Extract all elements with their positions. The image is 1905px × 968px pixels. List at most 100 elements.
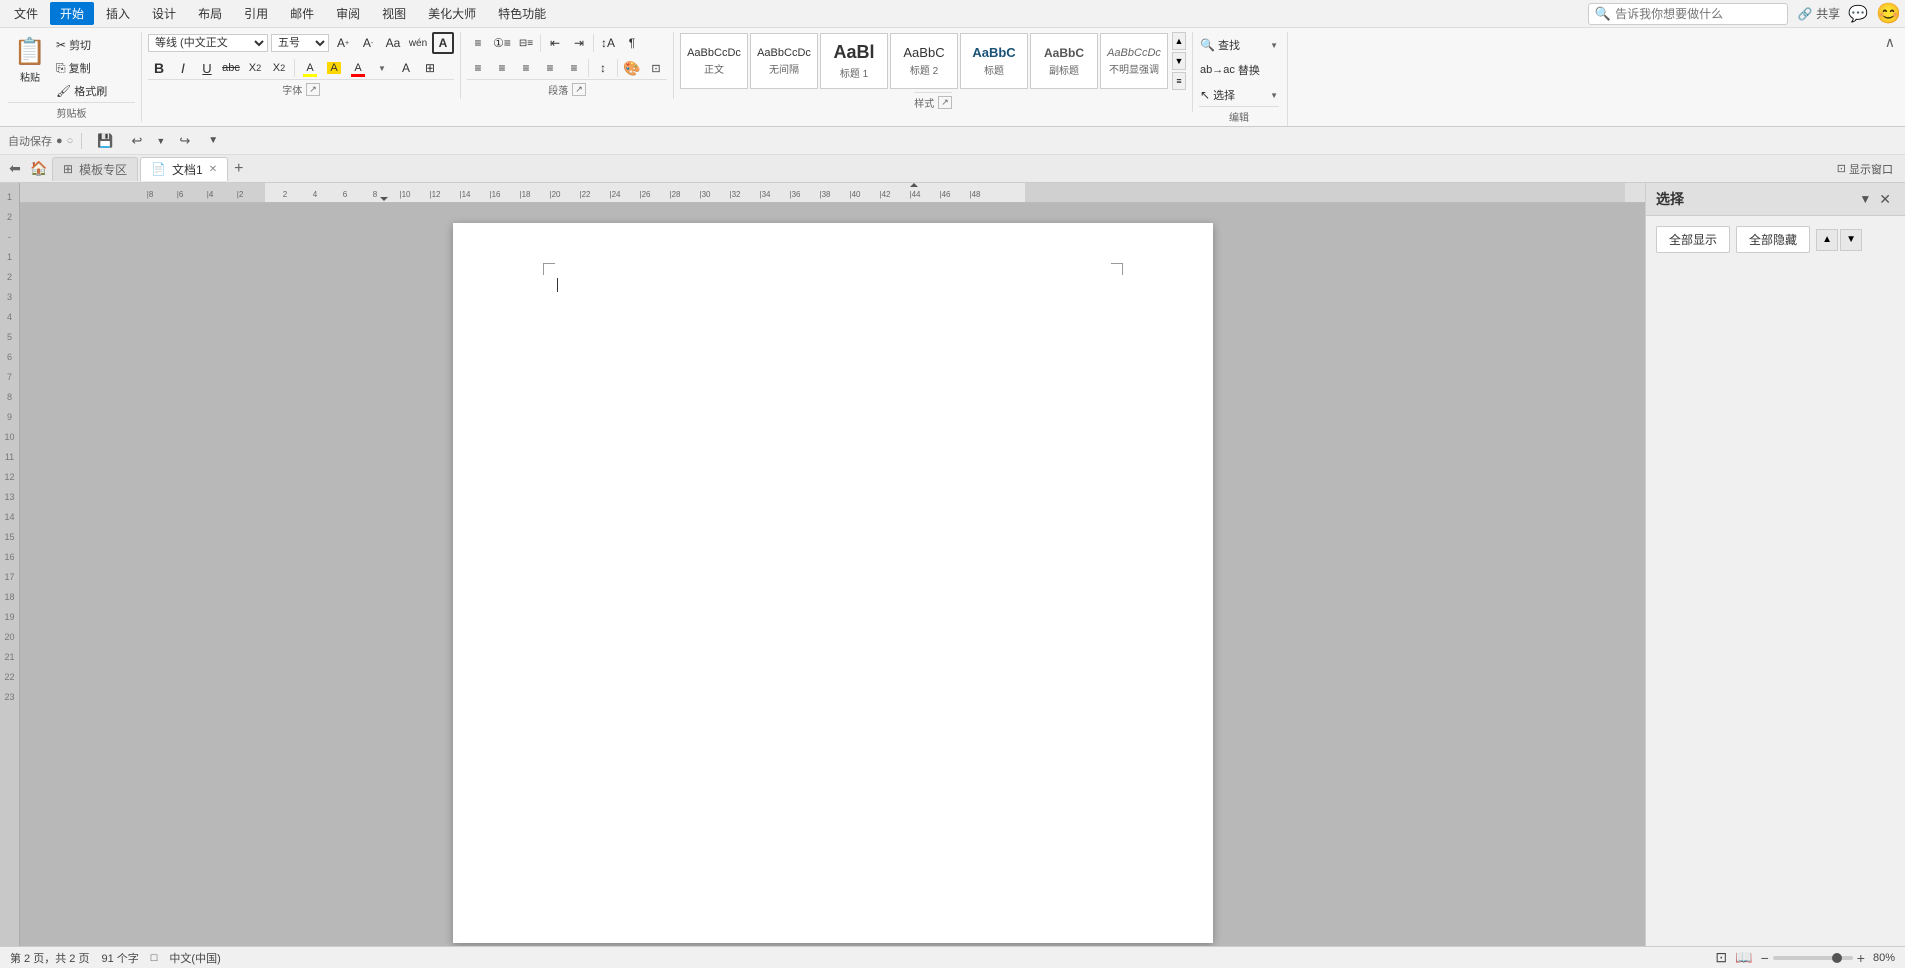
- tab-template-zone[interactable]: ⊞ 模板专区: [52, 157, 138, 181]
- justify-button[interactable]: ≡: [539, 57, 561, 79]
- line-spacing-button[interactable]: ↕: [592, 57, 614, 79]
- tab-doc1[interactable]: 📄 文档1 ✕: [140, 157, 228, 181]
- bold-button[interactable]: B: [148, 57, 170, 79]
- menu-view[interactable]: 视图: [372, 2, 416, 25]
- copy-button[interactable]: ⎘ 复制: [55, 57, 135, 79]
- strikethrough-button[interactable]: abc: [220, 57, 242, 79]
- panel-dropdown-icon[interactable]: ▼: [1859, 192, 1871, 206]
- text-effect-button[interactable]: A: [395, 57, 417, 79]
- text-A-button[interactable]: A: [432, 32, 454, 54]
- panel-close-button[interactable]: ✕: [1875, 191, 1895, 208]
- style-heading1[interactable]: AaBl 标题 1: [820, 33, 888, 89]
- distributed-button[interactable]: ≡: [563, 57, 585, 79]
- tab-close-button[interactable]: ✕: [209, 164, 217, 175]
- find-button[interactable]: 🔍 查找 ▼: [1199, 34, 1279, 56]
- decrease-indent-button[interactable]: ⇤: [544, 32, 566, 54]
- select-button[interactable]: ↖ 选择 ▼: [1199, 84, 1279, 106]
- zoom-thumb[interactable]: [1832, 953, 1842, 963]
- border-button[interactable]: ⊞: [419, 57, 441, 79]
- font-color-button[interactable]: A: [347, 57, 369, 79]
- highlight-color-button[interactable]: A: [299, 57, 321, 79]
- menu-start[interactable]: 开始: [50, 2, 94, 25]
- view-normal-icon[interactable]: ⊡: [1715, 949, 1727, 966]
- format-brush-button[interactable]: 🖌 格式刷: [55, 80, 135, 102]
- zoom-out-button[interactable]: −: [1761, 950, 1769, 966]
- style-emphasis[interactable]: AaBbCcDc 不明显强调: [1100, 33, 1168, 89]
- share-icon[interactable]: 🔗 共享: [1798, 5, 1840, 22]
- numbered-list-button[interactable]: ①≡: [491, 32, 513, 54]
- view-read-icon[interactable]: 📖: [1735, 949, 1752, 966]
- qa-more-button[interactable]: ▼: [201, 132, 225, 149]
- zoom-in-button[interactable]: +: [1857, 950, 1865, 966]
- show-all-button[interactable]: 全部显示: [1656, 226, 1730, 253]
- style-heading2[interactable]: AaBbC 标题 2: [890, 33, 958, 89]
- menu-design[interactable]: 设计: [142, 2, 186, 25]
- styles-dialog-launcher[interactable]: ↗: [938, 96, 952, 109]
- sort-button[interactable]: ↕A: [597, 32, 619, 54]
- new-tab-button[interactable]: +: [230, 160, 247, 178]
- italic-button[interactable]: I: [172, 57, 194, 79]
- autosave-toggle[interactable]: ●: [56, 135, 63, 147]
- font-color-dropdown[interactable]: ▼: [371, 57, 393, 79]
- display-window-button[interactable]: ⊡ 显示窗口: [1829, 159, 1901, 179]
- change-case-button[interactable]: Aa: [382, 32, 404, 54]
- pinyin-button[interactable]: wén: [407, 32, 429, 54]
- nav-back-button[interactable]: ⬅: [4, 158, 26, 180]
- cut-button[interactable]: ✂ 剪切: [55, 34, 135, 56]
- zoom-percent[interactable]: 80%: [1873, 952, 1895, 964]
- font-shrink-button[interactable]: A-: [357, 32, 379, 54]
- style-subheading[interactable]: AaBbC 副标题: [1030, 33, 1098, 89]
- superscript-button[interactable]: X2: [268, 57, 290, 79]
- align-center-button[interactable]: ≡: [491, 57, 513, 79]
- comment-icon[interactable]: 💬: [1848, 4, 1868, 24]
- zoom-track[interactable]: [1773, 956, 1853, 960]
- font-grow-button[interactable]: A+: [332, 32, 354, 54]
- redo-button[interactable]: ↪: [172, 130, 197, 152]
- menu-file[interactable]: 文件: [4, 2, 48, 25]
- menu-insert[interactable]: 插入: [96, 2, 140, 25]
- text-shade-button[interactable]: A: [323, 57, 345, 79]
- layout-icon[interactable]: □: [151, 952, 158, 964]
- save-button[interactable]: 💾: [90, 130, 120, 152]
- menu-beautify[interactable]: 美化大师: [418, 2, 486, 25]
- paragraph-label: 段落 ↗: [467, 79, 667, 99]
- font-dialog-launcher[interactable]: ↗: [306, 83, 320, 96]
- search-input[interactable]: [1615, 7, 1775, 21]
- menu-layout[interactable]: 布局: [188, 2, 232, 25]
- show-marks-button[interactable]: ¶: [621, 32, 643, 54]
- paste-button[interactable]: 📋 粘贴: [8, 32, 52, 88]
- menu-reference[interactable]: 引用: [234, 2, 278, 25]
- style-more[interactable]: ≡: [1172, 72, 1186, 90]
- shading-button[interactable]: 🎨: [621, 57, 643, 79]
- style-scroll-up[interactable]: ▲: [1172, 32, 1186, 50]
- multilevel-list-button[interactable]: ⊟≡: [515, 32, 537, 54]
- style-normal[interactable]: AaBbCcDc 正文: [680, 33, 748, 89]
- bullet-list-button[interactable]: ≡: [467, 32, 489, 54]
- align-right-button[interactable]: ≡: [515, 57, 537, 79]
- document-page[interactable]: [453, 223, 1213, 943]
- hide-all-button[interactable]: 全部隐藏: [1736, 226, 1810, 253]
- font-size-select[interactable]: 五号: [271, 34, 329, 52]
- increase-indent-button[interactable]: ⇥: [568, 32, 590, 54]
- panel-prev-button[interactable]: ▲: [1816, 229, 1838, 251]
- align-left-button[interactable]: ≡: [467, 57, 489, 79]
- menu-special[interactable]: 特色功能: [488, 2, 556, 25]
- ribbon-collapse-button[interactable]: ∧: [1881, 32, 1899, 53]
- border-style-button[interactable]: ⊡: [645, 57, 667, 79]
- underline-button[interactable]: U: [196, 57, 218, 79]
- nav-home-button[interactable]: 🏠: [28, 158, 50, 180]
- style-no-gap[interactable]: AaBbCcDc 无间隔: [750, 33, 818, 89]
- menu-review[interactable]: 审阅: [326, 2, 370, 25]
- document-content[interactable]: [453, 223, 1213, 823]
- undo-button[interactable]: ↩: [125, 130, 150, 152]
- subscript-button[interactable]: X2: [244, 57, 266, 79]
- paragraph-dialog-launcher[interactable]: ↗: [572, 83, 586, 96]
- replace-button[interactable]: ab→ac 替换: [1199, 59, 1279, 81]
- style-scroll-down[interactable]: ▼: [1172, 52, 1186, 70]
- document-area[interactable]: [20, 203, 1645, 946]
- font-name-select[interactable]: 等线 (中文正文: [148, 34, 268, 52]
- style-heading[interactable]: AaBbC 标题: [960, 33, 1028, 89]
- panel-next-button[interactable]: ▼: [1840, 229, 1862, 251]
- undo-dropdown[interactable]: ▼: [153, 133, 168, 149]
- menu-mail[interactable]: 邮件: [280, 2, 324, 25]
